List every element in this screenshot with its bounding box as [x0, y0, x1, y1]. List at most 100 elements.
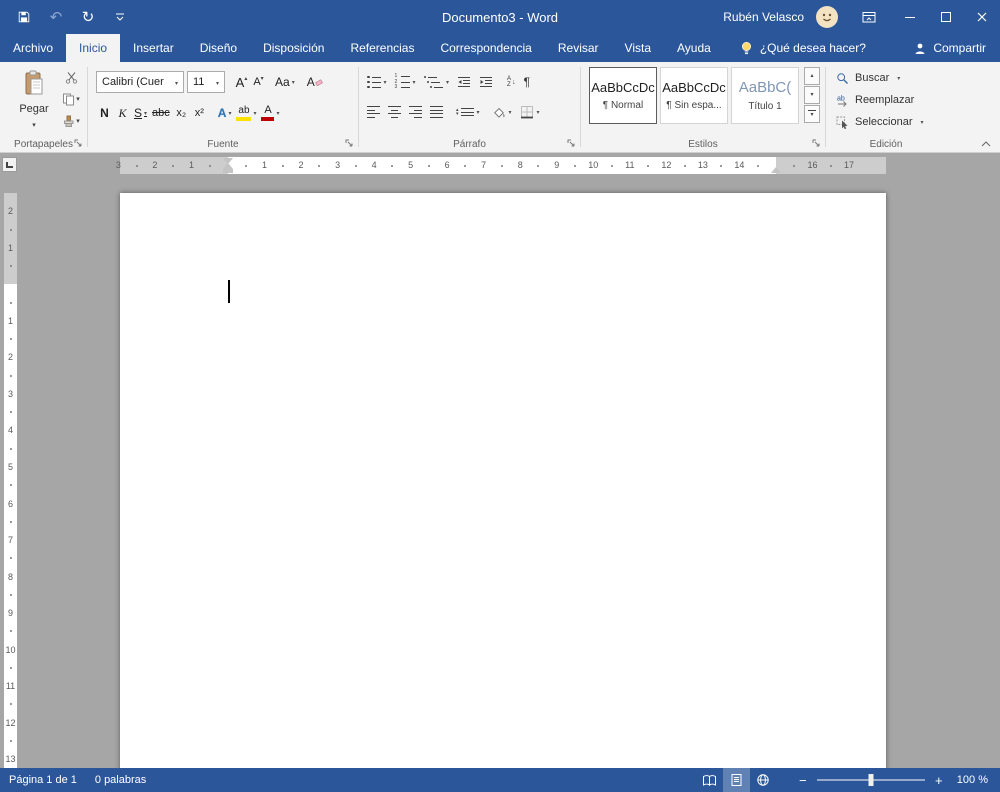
subscript-button[interactable]: x₂ [173, 102, 190, 124]
tab-revisar[interactable]: Revisar [545, 34, 612, 62]
right-indent-marker[interactable] [771, 167, 781, 173]
cut-button[interactable] [59, 67, 83, 87]
style-sin-espaciado[interactable]: AaBbCcDc ¶ Sin espa... [660, 67, 728, 124]
ruler-number: 2 [152, 160, 158, 170]
zoom-out-button[interactable]: − [791, 773, 815, 788]
ruler-tick [9, 630, 12, 633]
zoom-in-button[interactable]: + [927, 773, 951, 788]
line-spacing-button[interactable] [454, 101, 482, 123]
ruler-number: 6 [444, 160, 450, 170]
style-normal[interactable]: AaBbCcDc ¶ Normal [589, 67, 657, 124]
align-center-button[interactable] [386, 101, 403, 123]
user-name[interactable]: Rubén Velasco [723, 10, 804, 24]
undo-button[interactable]: ↶ [40, 0, 72, 34]
left-indent-marker[interactable] [223, 169, 233, 173]
customize-quick-access-button[interactable] [104, 0, 136, 34]
down-arrow-icon [261, 75, 264, 89]
font-size-combo[interactable]: 11 [187, 71, 225, 93]
grow-font-label: A [235, 74, 245, 90]
change-case-button[interactable]: Aa [273, 71, 297, 93]
ruler-number: 7 [7, 535, 13, 546]
tell-me-box[interactable]: ¿Qué desea hacer? [740, 34, 866, 62]
shrink-font-button[interactable]: A [250, 71, 267, 93]
tab-disposicion[interactable]: Disposición [250, 34, 337, 62]
user-avatar[interactable] [816, 6, 838, 28]
styles-dialog-launcher[interactable] [812, 139, 822, 149]
vertical-ruler[interactable]: 2 1 1 2 3 4 5 6 7 8 9 10 11 12 13 [4, 183, 17, 768]
titlebar: ↶ ↻ Documento3 - Word Rubén Velasco [0, 0, 1000, 34]
ribbon-display-options-button[interactable] [854, 0, 884, 34]
ruler-tick [610, 165, 613, 167]
zoom-slider[interactable] [816, 774, 925, 786]
clear-formatting-button[interactable]: A [305, 71, 325, 93]
increase-indent-button[interactable] [477, 71, 495, 93]
word-count[interactable]: 0 palabras [86, 768, 155, 792]
clipboard-dialog-launcher[interactable] [74, 139, 84, 149]
bullets-button[interactable] [365, 71, 389, 93]
styles-scroll-up-button[interactable]: ▴ [804, 67, 820, 85]
save-button[interactable] [8, 0, 40, 34]
tab-diseno[interactable]: Diseño [187, 34, 250, 62]
tab-ayuda[interactable]: Ayuda [664, 34, 724, 62]
text-effects-button[interactable]: A [216, 102, 234, 124]
zoom-level[interactable]: 100 % [951, 774, 1000, 786]
tab-referencias[interactable]: Referencias [337, 34, 427, 62]
align-right-button[interactable] [407, 101, 424, 123]
tab-insertar[interactable]: Insertar [120, 34, 187, 62]
font-name-combo[interactable]: Calibri (Cuer [96, 71, 184, 93]
styles-more-button[interactable]: ▾ [804, 105, 820, 123]
ruler-number: 6 [7, 498, 13, 509]
close-button[interactable] [964, 0, 1000, 34]
borders-button[interactable] [518, 101, 542, 123]
find-button[interactable]: Buscar [836, 68, 900, 88]
paragraph-dialog-launcher[interactable] [567, 139, 577, 149]
numbering-button[interactable]: 123 [393, 71, 418, 93]
sort-button[interactable]: A Z ↓ [505, 71, 518, 93]
justify-button[interactable] [428, 101, 445, 123]
highlight-color-button[interactable]: ab [234, 102, 258, 124]
chevron-down-icon[interactable] [170, 76, 183, 88]
replace-button[interactable]: ab Reemplazar [836, 90, 914, 110]
underline-button[interactable]: S [132, 102, 149, 124]
ruler-number: 17 [843, 160, 855, 170]
read-mode-button[interactable] [696, 768, 723, 792]
print-layout-button[interactable] [722, 768, 750, 792]
tab-inicio[interactable]: Inicio [66, 34, 121, 62]
ruler-number: 10 [588, 160, 599, 170]
grow-font-button[interactable]: A [233, 71, 250, 93]
collapse-ribbon-button[interactable] [980, 140, 992, 148]
select-button[interactable]: Seleccionar [836, 112, 924, 132]
align-left-button[interactable] [365, 101, 382, 123]
font-dialog-launcher[interactable] [345, 139, 355, 149]
search-icon [837, 72, 848, 84]
font-name-value: Calibri (Cuer [102, 76, 164, 88]
tab-vista[interactable]: Vista [612, 34, 664, 62]
tab-stop-selector[interactable] [2, 157, 17, 172]
tab-archivo[interactable]: Archivo [0, 34, 66, 62]
bold-button[interactable]: N [96, 102, 113, 124]
document-page[interactable] [120, 193, 886, 768]
show-paragraph-marks-button[interactable]: ¶ [522, 71, 532, 93]
web-layout-button[interactable] [750, 768, 777, 792]
chevron-down-icon[interactable] [211, 76, 224, 88]
paste-button[interactable]: Pegar [11, 66, 57, 132]
styles-scroll-down-button[interactable]: ▾ [804, 86, 820, 104]
zoom-slider-handle[interactable] [868, 774, 874, 786]
shading-button[interactable] [491, 101, 514, 123]
redo-button[interactable]: ↻ [72, 0, 104, 34]
copy-button[interactable] [59, 89, 83, 109]
tab-correspondencia[interactable]: Correspondencia [427, 34, 544, 62]
share-button[interactable]: Compartir [913, 34, 986, 62]
superscript-button[interactable]: x² [191, 102, 208, 124]
format-painter-button[interactable] [59, 111, 83, 131]
page-indicator[interactable]: Página 1 de 1 [0, 768, 86, 792]
minimize-button[interactable] [892, 0, 928, 34]
horizontal-ruler[interactable]: 3 2 1 1 2 3 4 5 6 7 8 9 10 11 12 13 14 16 17 [20, 157, 888, 174]
multilevel-list-button[interactable] [422, 71, 452, 93]
decrease-indent-button[interactable] [455, 71, 473, 93]
style-titulo-1[interactable]: AaBbC( Título 1 [731, 67, 799, 124]
font-color-button[interactable]: A [259, 102, 281, 124]
maximize-button[interactable] [928, 0, 964, 34]
strikethrough-button[interactable]: abc [150, 102, 172, 124]
italic-button[interactable]: K [114, 102, 131, 124]
